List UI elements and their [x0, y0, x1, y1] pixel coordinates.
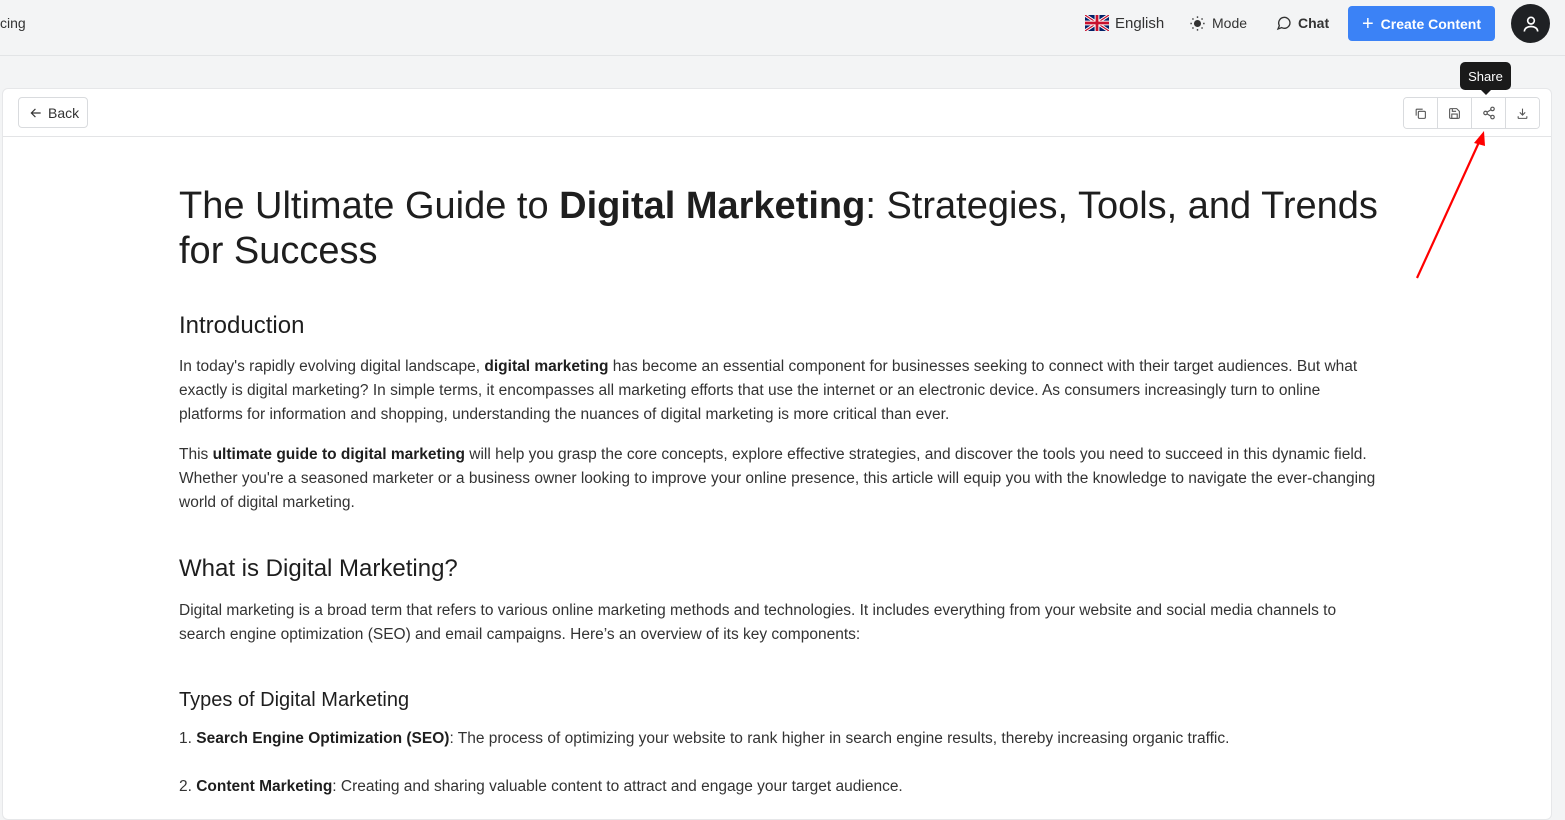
chat-bubble-icon: [1276, 16, 1291, 31]
plus-icon: +: [1361, 12, 1374, 35]
action-button-group: [1403, 97, 1540, 129]
create-content-label: Create Content: [1380, 15, 1482, 32]
article-body: The Ultimate Guide to Digital Marketing:…: [179, 184, 1379, 799]
top-bar: cing English Mode Chat + Create Content: [0, 0, 1565, 56]
intro-paragraph-2: This ultimate guide to digital marketing…: [179, 443, 1379, 515]
list-description: : The process of optimizing your website…: [449, 730, 1230, 747]
language-selector[interactable]: English: [1085, 0, 1164, 46]
share-icon: [1482, 106, 1495, 120]
sun-icon: [1190, 15, 1205, 31]
uk-flag-icon: [1085, 15, 1109, 31]
list-term: Search Engine Optimization (SEO): [196, 730, 450, 747]
breadcrumb-fragment[interactable]: cing: [0, 15, 26, 31]
back-label: Back: [48, 104, 80, 121]
title-keyword: Digital Marketing: [559, 185, 866, 227]
mode-toggle[interactable]: Mode: [1189, 0, 1247, 46]
list-item-2: 2. Content Marketing: Creating and shari…: [179, 775, 1379, 799]
title-text-start: The Ultimate Guide to: [179, 185, 560, 227]
p1-text-start: In today's rapidly evolving digital land…: [179, 358, 485, 375]
intro-paragraph-1: In today's rapidly evolving digital land…: [179, 355, 1379, 427]
chat-label: Chat: [1298, 15, 1330, 31]
content-card: Back The Ultimate Guide to Digital Marke…: [2, 88, 1552, 820]
share-button[interactable]: [1472, 98, 1506, 128]
article-title: The Ultimate Guide to Digital Marketing:…: [179, 184, 1379, 274]
list-number: 2.: [179, 778, 197, 795]
intro-heading: Introduction: [179, 312, 305, 339]
share-tooltip: Share: [1460, 62, 1511, 95]
what-is-heading: What is Digital Marketing?: [179, 555, 458, 582]
user-avatar[interactable]: [1511, 4, 1550, 43]
definition-paragraph: Digital marketing is a broad term that r…: [179, 602, 1337, 643]
p1-keyword: digital marketing: [484, 358, 609, 375]
card-toolbar: Back: [3, 89, 1551, 137]
mode-label: Mode: [1212, 15, 1248, 31]
user-icon: [1523, 16, 1538, 32]
chat-button[interactable]: Chat: [1276, 0, 1329, 46]
p2-keyword: ultimate guide to digital marketing: [212, 446, 465, 463]
download-button[interactable]: [1506, 98, 1539, 128]
p2-text-start: This: [179, 446, 213, 463]
list-term: Content Marketing: [196, 778, 333, 795]
copy-button[interactable]: [1404, 98, 1438, 128]
arrow-left-icon: [30, 108, 41, 117]
list-description: : Creating and sharing valuable content …: [332, 778, 903, 795]
language-label: English: [1115, 14, 1165, 32]
download-icon: [1517, 108, 1528, 119]
back-button[interactable]: Back: [18, 97, 89, 128]
list-item-1: 1. Search Engine Optimization (SEO): The…: [179, 727, 1379, 751]
create-content-button[interactable]: + Create Content: [1348, 6, 1495, 41]
list-number: 1.: [179, 730, 197, 747]
floppy-disk-icon: [1449, 107, 1460, 119]
copy-icon: [1415, 108, 1426, 119]
save-button[interactable]: [1438, 98, 1472, 128]
types-heading: Types of Digital Marketing: [179, 689, 410, 711]
